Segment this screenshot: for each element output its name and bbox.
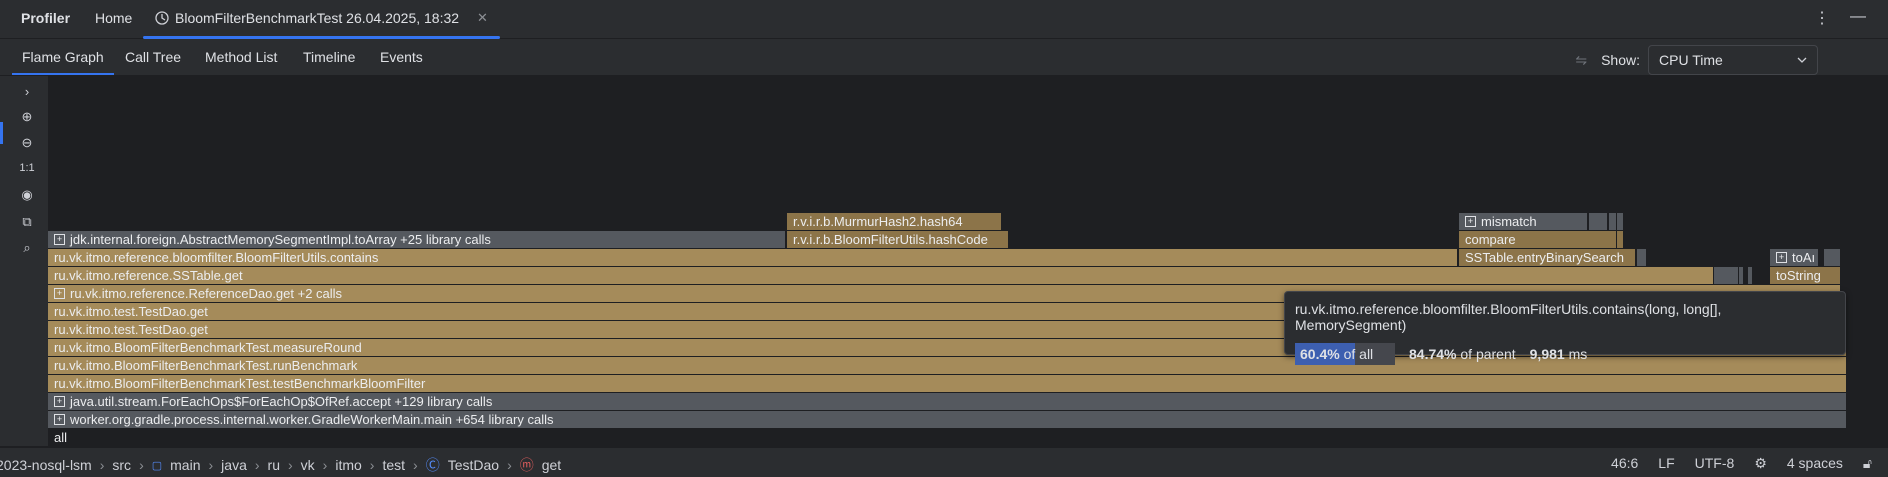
indent-setting[interactable]: 4 spaces	[1787, 455, 1843, 472]
flame-root-frame[interactable]: all	[48, 429, 1846, 446]
tab-call-tree[interactable]: Call Tree	[125, 49, 181, 65]
status-bar: 2023-nosql-lsm › src › ▢ main › java › ru › vk…	[0, 447, 1888, 477]
search-icon[interactable]: ⌕	[17, 240, 37, 256]
left-toolbar: › ⊕ ⊖ 1:1 ◉ ⧉ ⌕	[0, 76, 49, 446]
flame-frame[interactable]: + jdk.internal.foreign.AbstractMemorySegm…	[48, 231, 785, 248]
camera-icon[interactable]: ⧉	[17, 214, 37, 230]
expand-icon: +	[1465, 216, 1476, 228]
lock-icon[interactable]: 🔓︎	[1863, 455, 1872, 472]
flame-frame[interactable]	[1609, 213, 1616, 230]
class-icon: Ⓒ	[425, 457, 440, 473]
tab-timeline[interactable]: Timeline	[303, 49, 355, 65]
breadcrumb: 2023-nosql-lsm › src › ▢ main › java › ru › vk…	[0, 455, 561, 475]
expand-icon: +	[54, 288, 65, 300]
time-value: 9,981	[1529, 346, 1565, 362]
flame-frame[interactable]: + worker.org.gradle.process.internal.work…	[48, 411, 1846, 428]
flame-frame[interactable]: compare	[1459, 231, 1616, 248]
percent-of-parent: 84.74%	[1409, 346, 1457, 362]
breadcrumb-project[interactable]: 2023-nosql-lsm	[0, 457, 92, 473]
breadcrumb-vk[interactable]: vk	[301, 457, 315, 473]
flame-frame[interactable]: SSTable.entryBinarySearch	[1459, 249, 1635, 266]
show-select[interactable]: CPU Time	[1648, 45, 1818, 75]
flame-frame[interactable]: toString	[1770, 267, 1840, 284]
flame-frame[interactable]: ru.vk.itmo.reference.bloomfilter.BloomFi…	[48, 249, 1457, 266]
breadcrumb-test[interactable]: test	[382, 457, 405, 473]
flame-frame[interactable]: + mismatch	[1459, 213, 1587, 230]
title-bar: Profiler Home BloomFilterBenchmarkTest 2…	[0, 0, 1888, 39]
flame-frame[interactable]: ru.vk.itmo.BloomFilterBenchmarkTest.test…	[48, 375, 1846, 392]
tab-method-list[interactable]: Method List	[205, 49, 277, 65]
expand-icon: +	[54, 414, 65, 426]
breadcrumb-class[interactable]: TestDao	[448, 457, 499, 473]
tooltip-title: ru.vk.itmo.reference.bloomfilter.BloomFi…	[1295, 301, 1722, 333]
breadcrumb-method[interactable]: get	[542, 457, 561, 473]
tab-home[interactable]: Home	[95, 10, 132, 26]
chevron-down-icon	[1797, 57, 1807, 63]
code-style-icon[interactable]: ⚙	[1754, 455, 1767, 472]
expand-icon: +	[54, 396, 65, 408]
chevron-right-icon[interactable]: ›	[17, 84, 37, 99]
breadcrumb-src[interactable]: src	[112, 457, 131, 473]
eye-icon[interactable]: ◉	[17, 187, 37, 203]
flame-frame[interactable]: + toAı	[1770, 249, 1818, 266]
flame-frame[interactable]	[1617, 213, 1623, 230]
breadcrumb-main[interactable]: main	[170, 457, 200, 473]
tab-label: BloomFilterBenchmarkTest 26.04.2025, 18:…	[175, 10, 460, 26]
percent-of-all-bar: 60.4% of all	[1295, 343, 1395, 365]
percent-of-all-suffix: of all	[1343, 346, 1374, 362]
actual-size-button[interactable]: 1:1	[17, 162, 37, 174]
percent-of-parent-suffix: of parent	[1460, 346, 1516, 362]
flame-frame[interactable]	[1637, 249, 1646, 266]
flame-frame[interactable]	[1739, 267, 1743, 284]
minimize-icon[interactable]: —	[1850, 8, 1866, 28]
flame-frame[interactable]	[1714, 267, 1738, 284]
flame-frame[interactable]: r.v.i.r.b.MurmurHash2.hash64	[787, 213, 1001, 230]
breadcrumb-itmo[interactable]: itmo	[335, 457, 361, 473]
file-encoding[interactable]: UTF-8	[1695, 455, 1735, 472]
more-options-icon[interactable]: ⋮	[1814, 8, 1830, 28]
flame-frame[interactable]	[1824, 249, 1840, 266]
frame-tooltip: ru.vk.itmo.reference.bloomfilter.BloomFi…	[1284, 291, 1846, 365]
flame-frame[interactable]	[1589, 213, 1607, 230]
flame-frame[interactable]: + java.util.stream.ForEachOps$ForEachOp$O…	[48, 393, 1846, 410]
breadcrumb-java[interactable]: java	[221, 457, 247, 473]
flame-frame[interactable]: r.v.i.r.b.BloomFilterUtils.hashCode	[787, 231, 1008, 248]
expand-icon: +	[54, 234, 65, 246]
time-unit: ms	[1568, 346, 1588, 362]
expand-icon: +	[1776, 252, 1787, 264]
profiler-snapshot-icon	[155, 11, 169, 25]
close-icon[interactable]: ✕	[477, 10, 488, 26]
flame-frame[interactable]: ru.vk.itmo.reference.SSTable.get	[48, 267, 1713, 284]
zoom-in-icon[interactable]: ⊕	[17, 109, 37, 125]
active-indicator	[0, 122, 3, 144]
view-tabs: Flame Graph Call Tree Method List Timeli…	[0, 39, 1888, 76]
tab-profiler-session[interactable]: BloomFilterBenchmarkTest 26.04.2025, 18:…	[143, 10, 500, 39]
flame-frame[interactable]	[1748, 267, 1752, 284]
line-ending[interactable]: LF	[1658, 455, 1674, 472]
cursor-position[interactable]: 46:6	[1611, 455, 1638, 472]
folder-icon: ▢	[151, 459, 163, 472]
filter-icon[interactable]: ⇋	[1575, 52, 1587, 69]
zoom-out-icon[interactable]: ⊖	[17, 135, 37, 151]
tab-events[interactable]: Events	[380, 49, 423, 65]
flame-graph[interactable]: r.v.i.r.b.MurmurHash2.hash64 + mismatch +…	[48, 76, 1848, 446]
tab-flame-graph[interactable]: Flame Graph	[12, 49, 114, 75]
show-value: CPU Time	[1659, 52, 1723, 68]
flame-frame[interactable]	[1617, 231, 1623, 248]
percent-of-all: 60.4%	[1300, 346, 1340, 362]
breadcrumb-ru[interactable]: ru	[268, 457, 280, 473]
app-title: Profiler	[21, 10, 71, 26]
method-icon: ⓜ	[519, 457, 534, 473]
show-label: Show:	[1601, 52, 1640, 68]
